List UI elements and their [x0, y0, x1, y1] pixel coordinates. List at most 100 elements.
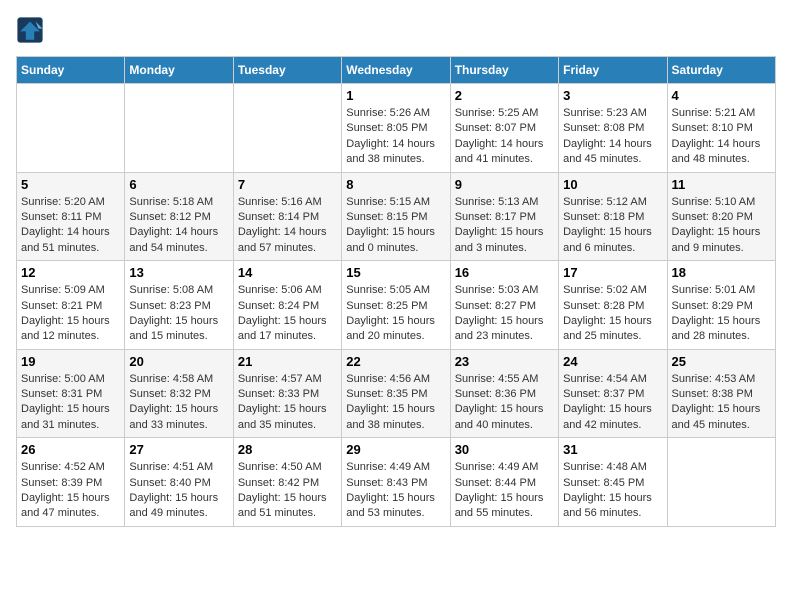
calendar-cell: 31Sunrise: 4:48 AMSunset: 8:45 PMDayligh… — [559, 438, 667, 527]
weekday-header-cell: Thursday — [450, 57, 558, 84]
day-number: 29 — [346, 442, 445, 457]
calendar-cell — [667, 438, 775, 527]
calendar-week-row: 5 Sunrise: 5:20 AMSunset: 8:11 PMDaylight… — [17, 172, 776, 261]
cell-content: Sunrise: 5:03 AMSunset: 8:27 PMDaylight:… — [455, 283, 554, 345]
calendar-cell: 30 Sunrise: 4:49 AMSunset: 8:44 PMDayligh… — [450, 438, 558, 527]
cell-content: Sunrise: 4:53 AMSunset: 8:38 PMDaylight:… — [672, 372, 771, 434]
weekday-header-cell: Saturday — [667, 57, 775, 84]
calendar-cell: 28 Sunrise: 4:50 AMSunset: 8:42 PMDayligh… — [233, 438, 341, 527]
cell-content: Sunrise: 4:58 AMSunset: 8:32 PMDaylight:… — [129, 372, 228, 434]
calendar-cell: 3 Sunrise: 5:23 AMSunset: 8:08 PMDaylight… — [559, 84, 667, 173]
calendar-cell: 6 Sunrise: 5:18 AMSunset: 8:12 PMDaylight… — [125, 172, 233, 261]
cell-content: Sunrise: 5:06 AMSunset: 8:24 PMDaylight:… — [238, 283, 337, 345]
day-number: 27 — [129, 442, 228, 457]
cell-content: Sunrise: 4:56 AMSunset: 8:35 PMDaylight:… — [346, 372, 445, 434]
day-number: 13 — [129, 265, 228, 280]
day-number: 2 — [455, 88, 554, 103]
day-number: 5 — [21, 177, 120, 192]
cell-content: Sunrise: 5:05 AMSunset: 8:25 PMDaylight:… — [346, 283, 445, 345]
day-number: 10 — [563, 177, 662, 192]
page-header — [16, 16, 776, 44]
calendar-week-row: 26 Sunrise: 4:52 AMSunset: 8:39 PMDayligh… — [17, 438, 776, 527]
weekday-header-cell: Wednesday — [342, 57, 450, 84]
calendar-cell: 2Sunrise: 5:25 AMSunset: 8:07 PMDaylight… — [450, 84, 558, 173]
calendar-cell: 11 Sunrise: 5:10 AMSunset: 8:20 PMDayligh… — [667, 172, 775, 261]
cell-content: Sunrise: 4:50 AMSunset: 8:42 PMDaylight:… — [238, 460, 337, 522]
calendar-cell: 5 Sunrise: 5:20 AMSunset: 8:11 PMDaylight… — [17, 172, 125, 261]
calendar-week-row: 1 Sunrise: 5:26 AMSunset: 8:05 PMDaylight… — [17, 84, 776, 173]
day-number: 12 — [21, 265, 120, 280]
cell-content: Sunrise: 5:09 AMSunset: 8:21 PMDaylight:… — [21, 283, 120, 345]
day-number: 11 — [672, 177, 771, 192]
calendar-cell: 12 Sunrise: 5:09 AMSunset: 8:21 PMDayligh… — [17, 261, 125, 350]
calendar-cell: 13 Sunrise: 5:08 AMSunset: 8:23 PMDayligh… — [125, 261, 233, 350]
calendar-cell: 29 Sunrise: 4:49 AMSunset: 8:43 PMDayligh… — [342, 438, 450, 527]
calendar-cell: 21 Sunrise: 4:57 AMSunset: 8:33 PMDayligh… — [233, 349, 341, 438]
calendar-cell: 4Sunrise: 5:21 AMSunset: 8:10 PMDaylight… — [667, 84, 775, 173]
calendar-cell: 27 Sunrise: 4:51 AMSunset: 8:40 PMDayligh… — [125, 438, 233, 527]
day-number: 20 — [129, 354, 228, 369]
calendar-cell: 19 Sunrise: 5:00 AMSunset: 8:31 PMDayligh… — [17, 349, 125, 438]
cell-content: Sunrise: 5:16 AMSunset: 8:14 PMDaylight:… — [238, 195, 337, 257]
day-number: 1 — [346, 88, 445, 103]
day-number: 28 — [238, 442, 337, 457]
day-number: 7 — [238, 177, 337, 192]
calendar-table: SundayMondayTuesdayWednesdayThursdayFrid… — [16, 56, 776, 527]
cell-content: Sunrise: 5:18 AMSunset: 8:12 PMDaylight:… — [129, 195, 228, 257]
day-number: 15 — [346, 265, 445, 280]
calendar-cell: 10 Sunrise: 5:12 AMSunset: 8:18 PMDayligh… — [559, 172, 667, 261]
calendar-cell: 16 Sunrise: 5:03 AMSunset: 8:27 PMDayligh… — [450, 261, 558, 350]
day-number: 23 — [455, 354, 554, 369]
day-number: 16 — [455, 265, 554, 280]
calendar-cell: 23 Sunrise: 4:55 AMSunset: 8:36 PMDayligh… — [450, 349, 558, 438]
day-number: 25 — [672, 354, 771, 369]
calendar-cell — [233, 84, 341, 173]
calendar-cell: 22 Sunrise: 4:56 AMSunset: 8:35 PMDayligh… — [342, 349, 450, 438]
calendar-cell: 24 Sunrise: 4:54 AMSunset: 8:37 PMDayligh… — [559, 349, 667, 438]
calendar-cell: 8 Sunrise: 5:15 AMSunset: 8:15 PMDaylight… — [342, 172, 450, 261]
calendar-cell: 18 Sunrise: 5:01 AMSunset: 8:29 PMDayligh… — [667, 261, 775, 350]
calendar-cell: 25 Sunrise: 4:53 AMSunset: 8:38 PMDayligh… — [667, 349, 775, 438]
calendar-cell — [125, 84, 233, 173]
day-number: 3 — [563, 88, 662, 103]
day-number: 19 — [21, 354, 120, 369]
day-number: 21 — [238, 354, 337, 369]
cell-content: Sunrise: 4:49 AMSunset: 8:44 PMDaylight:… — [455, 460, 554, 522]
day-number: 22 — [346, 354, 445, 369]
weekday-header-cell: Tuesday — [233, 57, 341, 84]
cell-content: Sunrise: 5:20 AMSunset: 8:11 PMDaylight:… — [21, 195, 120, 257]
day-number: 4 — [672, 88, 771, 103]
cell-content: Sunrise: 5:08 AMSunset: 8:23 PMDaylight:… — [129, 283, 228, 345]
logo — [16, 16, 48, 44]
calendar-cell: 9Sunrise: 5:13 AMSunset: 8:17 PMDaylight… — [450, 172, 558, 261]
calendar-cell — [17, 84, 125, 173]
cell-content: Sunrise: 4:49 AMSunset: 8:43 PMDaylight:… — [346, 460, 445, 522]
day-number: 26 — [21, 442, 120, 457]
cell-content: Sunrise: 5:26 AMSunset: 8:05 PMDaylight:… — [346, 106, 445, 168]
cell-content: Sunrise: 5:23 AMSunset: 8:08 PMDaylight:… — [563, 106, 662, 168]
cell-content: Sunrise: 4:57 AMSunset: 8:33 PMDaylight:… — [238, 372, 337, 434]
weekday-header-cell: Sunday — [17, 57, 125, 84]
cell-content: Sunrise: 5:15 AMSunset: 8:15 PMDaylight:… — [346, 195, 445, 257]
cell-content: Sunrise: 5:10 AMSunset: 8:20 PMDaylight:… — [672, 195, 771, 257]
calendar-cell: 15 Sunrise: 5:05 AMSunset: 8:25 PMDayligh… — [342, 261, 450, 350]
cell-content: Sunrise: 4:55 AMSunset: 8:36 PMDaylight:… — [455, 372, 554, 434]
day-number: 9 — [455, 177, 554, 192]
cell-content: Sunrise: 5:12 AMSunset: 8:18 PMDaylight:… — [563, 195, 662, 257]
calendar-cell: 1 Sunrise: 5:26 AMSunset: 8:05 PMDaylight… — [342, 84, 450, 173]
calendar-cell: 7 Sunrise: 5:16 AMSunset: 8:14 PMDaylight… — [233, 172, 341, 261]
day-number: 18 — [672, 265, 771, 280]
day-number: 30 — [455, 442, 554, 457]
weekday-header-cell: Monday — [125, 57, 233, 84]
day-number: 8 — [346, 177, 445, 192]
calendar-week-row: 19 Sunrise: 5:00 AMSunset: 8:31 PMDayligh… — [17, 349, 776, 438]
cell-content: Sunrise: 5:00 AMSunset: 8:31 PMDaylight:… — [21, 372, 120, 434]
cell-content: Sunrise: 4:52 AMSunset: 8:39 PMDaylight:… — [21, 460, 120, 522]
weekday-header-row: SundayMondayTuesdayWednesdayThursdayFrid… — [17, 57, 776, 84]
calendar-body: 1 Sunrise: 5:26 AMSunset: 8:05 PMDaylight… — [17, 84, 776, 527]
cell-content: Sunrise: 4:51 AMSunset: 8:40 PMDaylight:… — [129, 460, 228, 522]
day-number: 24 — [563, 354, 662, 369]
cell-content: Sunrise: 5:01 AMSunset: 8:29 PMDaylight:… — [672, 283, 771, 345]
cell-content: Sunrise: 4:54 AMSunset: 8:37 PMDaylight:… — [563, 372, 662, 434]
day-number: 6 — [129, 177, 228, 192]
